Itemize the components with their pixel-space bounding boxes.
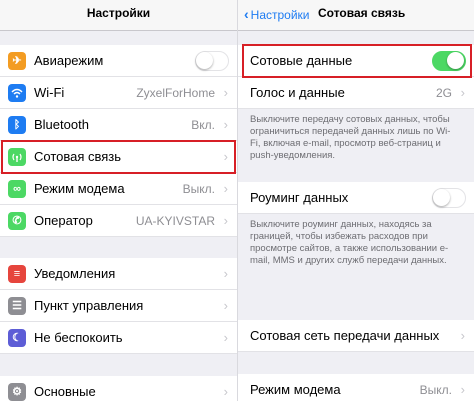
row-general[interactable]: ⚙ Основные ›: [0, 376, 237, 401]
airplane-mode-toggle[interactable]: [195, 50, 229, 71]
cellular-navbar: ‹ Настройки Сотовая связь: [238, 0, 474, 31]
chevron-right-icon: ›: [223, 298, 228, 313]
row-data-roaming[interactable]: Роуминг данных: [238, 182, 474, 214]
cellular-icon: [8, 147, 26, 166]
row-modem[interactable]: Режим модема Выкл. ›: [238, 374, 474, 401]
row-value: Выкл.: [419, 382, 452, 397]
back-label: Настройки: [250, 8, 310, 22]
row-do-not-disturb[interactable]: ☾ Не беспокоить ›: [0, 322, 237, 354]
row-label: Режим модема: [250, 382, 341, 397]
row-label: Сотовая связь: [34, 149, 122, 164]
row-cellular-data[interactable]: Сотовые данные: [238, 45, 474, 77]
row-value: 2G: [435, 85, 452, 100]
row-label: Режим модема: [34, 181, 125, 196]
row-label: Не беспокоить: [34, 330, 123, 345]
do-not-disturb-icon: ☾: [8, 328, 26, 347]
cellular-data-note: Выключите передачу сотовых данных, чтобы…: [250, 114, 451, 161]
row-carrier[interactable]: ✆ Оператор UA-KYIVSTAR ›: [0, 205, 237, 237]
chevron-right-icon: ›: [460, 328, 465, 343]
chevron-right-icon: ›: [223, 85, 228, 100]
chevron-right-icon: ›: [223, 213, 228, 228]
chevron-right-icon: ›: [223, 149, 228, 164]
cellular-panel: ‹ Настройки Сотовая связь Сотовые данные …: [237, 0, 474, 401]
row-label: Пункт управления: [34, 298, 144, 313]
row-label: Wi-Fi: [34, 85, 65, 100]
row-label: Сотовые данные: [250, 53, 353, 68]
row-value: ZyxelForHome: [136, 85, 215, 100]
chevron-right-icon: ›: [460, 382, 465, 397]
settings-navbar: Настройки: [0, 0, 237, 31]
row-control-center[interactable]: ☰ Пункт управления ›: [0, 290, 237, 322]
carrier-phone-icon: ✆: [8, 211, 26, 230]
row-wifi[interactable]: Wi-Fi ZyxelForHome ›: [0, 77, 237, 109]
chevron-right-icon: ›: [223, 181, 228, 196]
airplane-icon: ✈: [8, 51, 26, 70]
chevron-right-icon: ›: [223, 266, 228, 281]
chevron-right-icon: ›: [223, 384, 228, 399]
row-label: Основные: [34, 384, 96, 399]
settings-panel: Настройки ✈ Авиарежим Wi-Fi ZyxelForHome…: [0, 0, 237, 401]
page-title: Настройки: [86, 6, 151, 20]
chevron-right-icon: ›: [460, 85, 465, 100]
row-cellular[interactable]: Сотовая связь ›: [0, 141, 237, 173]
control-center-icon: ☰: [8, 296, 26, 315]
row-label: Авиарежим: [34, 53, 104, 68]
notifications-icon: ≡: [8, 264, 26, 283]
chevron-right-icon: ›: [223, 330, 228, 345]
row-bluetooth[interactable]: ᛒ Bluetooth Вкл. ›: [0, 109, 237, 141]
row-label: Bluetooth: [34, 117, 89, 132]
hotspot-icon: ∞: [8, 179, 26, 198]
bluetooth-icon: ᛒ: [8, 115, 26, 134]
wifi-icon: [8, 83, 26, 102]
data-roaming-toggle[interactable]: [432, 187, 466, 208]
row-value: Вкл.: [191, 117, 215, 132]
row-label: Сотовая сеть передачи данных: [250, 328, 440, 343]
row-label: Уведомления: [34, 266, 116, 281]
chevron-left-icon: ‹: [244, 6, 249, 22]
row-voice-data[interactable]: Голос и данные 2G ›: [238, 77, 474, 109]
chevron-right-icon: ›: [223, 117, 228, 132]
row-cellular-network[interactable]: Сотовая сеть передачи данных ›: [238, 320, 474, 352]
row-label: Оператор: [34, 213, 93, 228]
row-notifications[interactable]: ≡ Уведомления ›: [0, 258, 237, 290]
row-hotspot[interactable]: ∞ Режим модема Выкл. ›: [0, 173, 237, 205]
row-label: Голос и данные: [250, 85, 345, 100]
page-title: Сотовая связь: [318, 6, 406, 20]
row-value: UA-KYIVSTAR: [135, 213, 215, 228]
cellular-data-toggle[interactable]: [432, 50, 466, 71]
row-airplane-mode[interactable]: ✈ Авиарежим: [0, 45, 237, 77]
gear-icon: ⚙: [8, 382, 26, 401]
roaming-note: Выключите роуминг данных, находясь за гр…: [250, 219, 449, 266]
back-button[interactable]: ‹ Настройки: [244, 6, 310, 22]
row-value: Выкл.: [182, 181, 215, 196]
row-label: Роуминг данных: [250, 190, 349, 205]
